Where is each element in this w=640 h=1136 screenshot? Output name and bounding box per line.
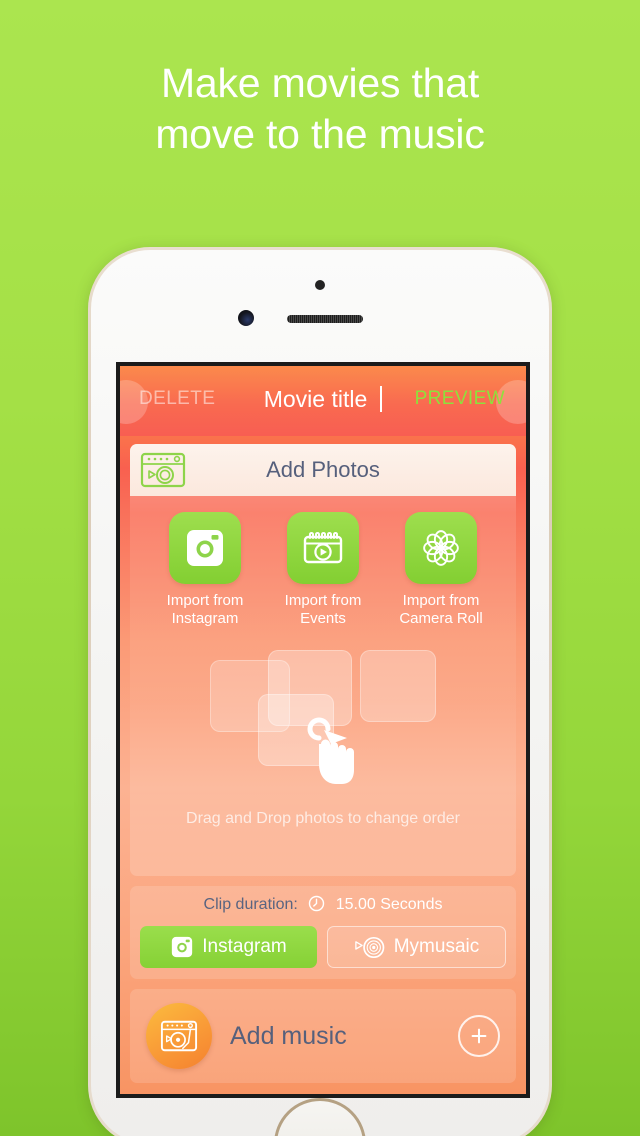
add-music-row[interactable]: Add music — [130, 989, 516, 1083]
import-events-label: Import from Events — [268, 592, 378, 628]
phone-mockup: DELETE Movie title PREVIEW Add Photos Im… — [88, 247, 552, 1136]
vinyl-record-icon — [354, 936, 385, 958]
navigation-bar: DELETE Movie title PREVIEW — [120, 366, 526, 436]
import-instagram-label: Import from Instagram — [150, 592, 260, 628]
import-events-label-line2: Events — [300, 610, 346, 627]
photos-flower-icon — [405, 512, 477, 584]
import-sources-row: Import from Instagram Import from Events… — [130, 496, 516, 628]
add-photos-card: Add Photos Import from Instagram Import … — [130, 444, 516, 876]
clip-duration-row: Clip duration: 15.00 Seconds — [140, 895, 506, 917]
add-music-label: Add music — [230, 1021, 347, 1050]
import-from-camera-roll-button[interactable]: Import from Camera Roll — [386, 512, 496, 628]
music-source-card: Clip duration: 15.00 Seconds Instagram M… — [130, 886, 516, 979]
headline-line-2: move to the music — [155, 111, 485, 157]
music-source-mymusaic-button[interactable]: Mymusaic — [327, 926, 506, 968]
music-source-mymusaic-label: Mymusaic — [393, 936, 480, 957]
hand-pointer-icon — [295, 708, 361, 786]
home-button-icon[interactable] — [274, 1098, 366, 1136]
front-camera-icon — [238, 310, 254, 326]
preview-button[interactable]: PREVIEW — [415, 388, 505, 410]
earpiece-speaker-icon — [287, 315, 363, 323]
drag-drop-caption: Drag and Drop photos to change order — [186, 810, 460, 827]
add-photos-title: Add Photos — [266, 457, 380, 482]
import-camera-roll-label-line1: Import from — [402, 592, 480, 609]
headline-line-1: Make movies that — [160, 60, 480, 106]
turntable-icon — [146, 1003, 212, 1069]
phone-body: DELETE Movie title PREVIEW Add Photos Im… — [91, 250, 549, 1136]
music-source-instagram-label: Instagram — [202, 936, 287, 957]
instagram-camera-icon — [169, 512, 241, 584]
import-camera-roll-label-line2: Camera Roll — [399, 610, 483, 627]
import-from-instagram-button[interactable]: Import from Instagram — [150, 512, 260, 628]
calendar-play-icon — [287, 512, 359, 584]
import-instagram-label-line1: Import from — [166, 592, 244, 609]
plus-icon[interactable] — [458, 1015, 500, 1057]
instagram-camera-icon — [172, 936, 193, 958]
page-headline: Make movies that move to the music — [0, 58, 640, 160]
import-camera-roll-label: Import from Camera Roll — [386, 592, 496, 628]
photo-placeholder[interactable] — [360, 650, 436, 722]
clip-duration-value: 15.00 Seconds — [335, 896, 443, 913]
drag-drop-zone[interactable] — [130, 646, 516, 806]
music-source-toggle-row: Instagram Mymusaic — [140, 926, 506, 968]
proximity-sensor-icon — [315, 280, 325, 290]
app-screen: DELETE Movie title PREVIEW Add Photos Im… — [116, 362, 530, 1098]
clock-icon — [308, 895, 329, 916]
movie-title-text: Movie title — [263, 386, 368, 412]
clip-duration-label: Clip duration: — [203, 896, 298, 913]
add-photos-header[interactable]: Add Photos — [130, 444, 516, 496]
music-source-instagram-button[interactable]: Instagram — [140, 926, 317, 968]
import-events-label-line1: Import from — [284, 592, 362, 609]
import-instagram-label-line2: Instagram — [171, 610, 239, 627]
import-from-events-button[interactable]: Import from Events — [268, 512, 378, 628]
text-cursor-icon — [380, 386, 383, 412]
